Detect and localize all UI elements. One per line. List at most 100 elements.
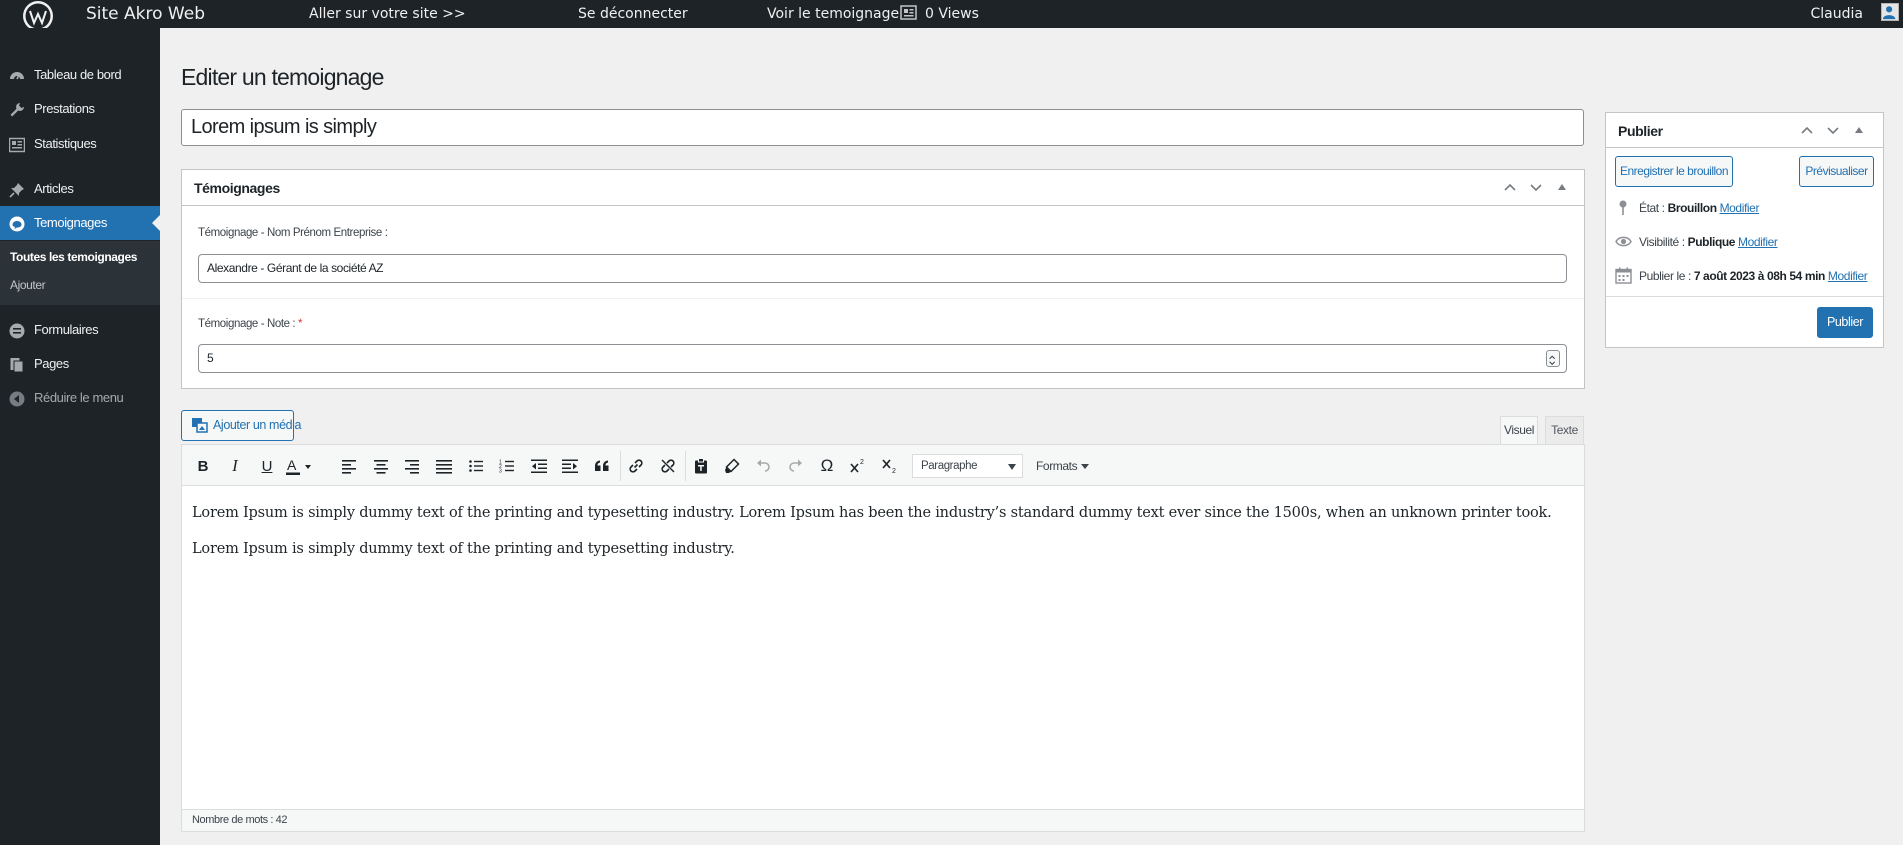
temoignages-submenu: Toutes les temoignages Ajouter bbox=[0, 241, 160, 305]
move-down-icon[interactable] bbox=[1825, 122, 1845, 140]
paragraph-format-select[interactable]: Paragraphe bbox=[912, 454, 1023, 478]
content-editor: B I U A 123 Ω 2 2 Paragraphe Formats Lor… bbox=[181, 444, 1585, 832]
align-justify-icon[interactable] bbox=[432, 454, 456, 478]
views-icon bbox=[900, 5, 917, 20]
views-count: 0 Views bbox=[925, 6, 979, 22]
admin-sidebar: Tableau de bord Prestations Statistiques… bbox=[0, 28, 160, 845]
statistics-icon bbox=[9, 137, 25, 153]
dashboard-icon bbox=[10, 72, 24, 80]
chevron-down-icon bbox=[1081, 464, 1090, 470]
pin-icon bbox=[1619, 200, 1627, 215]
align-left-icon[interactable] bbox=[337, 454, 361, 478]
align-center-icon[interactable] bbox=[369, 454, 393, 478]
testimonials-meta-box: Témoignages Témoignage - Nom Prénom Entr… bbox=[181, 169, 1585, 389]
editor-content-area[interactable]: Lorem Ipsum is simply dummy text of the … bbox=[182, 487, 1584, 809]
edit-visibility-link[interactable]: Modifier bbox=[1738, 235, 1778, 249]
svg-text:3: 3 bbox=[499, 469, 502, 475]
move-up-icon[interactable] bbox=[1502, 179, 1522, 197]
field-divider bbox=[182, 298, 1584, 299]
special-character-icon[interactable]: Ω bbox=[815, 454, 839, 478]
link-icon[interactable] bbox=[624, 454, 648, 478]
publish-box-header: Publier bbox=[1606, 113, 1883, 148]
indent-icon[interactable] bbox=[558, 454, 582, 478]
wrench-icon bbox=[10, 103, 24, 117]
paste-as-text-icon[interactable] bbox=[689, 454, 713, 478]
pushpin-icon bbox=[9, 183, 24, 198]
unlink-icon[interactable] bbox=[656, 454, 680, 478]
toggle-panel-icon[interactable] bbox=[1554, 179, 1574, 197]
sidebar-item-articles[interactable]: Articles bbox=[0, 172, 160, 206]
redo-icon[interactable] bbox=[783, 454, 807, 478]
blockquote-icon[interactable] bbox=[590, 454, 614, 478]
underline-icon[interactable]: U bbox=[255, 454, 279, 478]
submenu-item-all-testimonials[interactable]: Toutes les temoignages bbox=[10, 250, 137, 264]
italic-icon[interactable]: I bbox=[223, 454, 247, 478]
edit-date-link[interactable]: Modifier bbox=[1828, 269, 1868, 283]
editor-toolbar: B I U A 123 Ω 2 2 Paragraphe Formats bbox=[182, 445, 1584, 486]
post-title-input[interactable]: Lorem ipsum is simply bbox=[181, 109, 1584, 146]
submenu-item-add[interactable]: Ajouter bbox=[10, 278, 46, 292]
collapse-menu-button[interactable]: Réduire le menu bbox=[0, 381, 160, 415]
views-counter[interactable]: 0 Views bbox=[900, 0, 979, 28]
text-color-icon[interactable]: A bbox=[286, 454, 314, 478]
avatar[interactable] bbox=[1881, 3, 1899, 21]
clear-formatting-icon[interactable] bbox=[720, 454, 744, 478]
toolbar-separator bbox=[685, 451, 686, 481]
undo-icon[interactable] bbox=[752, 454, 776, 478]
sidebar-item-statistics[interactable]: Statistiques bbox=[0, 127, 160, 161]
publish-button[interactable]: Publier bbox=[1817, 307, 1873, 338]
numbered-list-icon[interactable]: 123 bbox=[495, 454, 519, 478]
admin-bar: Site Akro Web Aller sur votre site >> Se… bbox=[0, 0, 1903, 31]
add-media-button[interactable]: Ajouter un média bbox=[181, 410, 302, 441]
note-number-field[interactable]: 5 bbox=[198, 344, 1567, 373]
bold-icon[interactable]: B bbox=[191, 454, 215, 478]
sidebar-item-forms[interactable]: Formulaires bbox=[0, 313, 160, 347]
svg-text:A: A bbox=[287, 457, 297, 473]
testimonials-box-header: Témoignages bbox=[182, 170, 1584, 206]
tab-visual[interactable]: Visuel bbox=[1500, 416, 1538, 445]
outdent-icon[interactable] bbox=[527, 454, 551, 478]
move-up-icon[interactable] bbox=[1799, 122, 1819, 140]
preview-button[interactable]: Prévisualiser bbox=[1799, 156, 1874, 187]
superscript-icon[interactable]: 2 bbox=[846, 454, 870, 478]
toolbar-separator bbox=[620, 451, 621, 481]
testimonial-icon bbox=[9, 216, 25, 232]
user-avatar-icon bbox=[1882, 6, 1896, 20]
testimonials-box-title: Témoignages bbox=[194, 180, 280, 196]
content-paragraph: Lorem Ipsum is simply dummy text of the … bbox=[192, 505, 1552, 521]
site-name-link[interactable]: Site Akro Web bbox=[86, 0, 205, 28]
eye-icon bbox=[1615, 236, 1632, 247]
bullet-list-icon[interactable] bbox=[464, 454, 488, 478]
name-field-label: Témoignage - Nom Prénom Entreprise : bbox=[198, 227, 388, 239]
move-down-icon[interactable] bbox=[1528, 179, 1548, 197]
subscript-icon[interactable]: 2 bbox=[878, 454, 902, 478]
visit-site-link[interactable]: Aller sur votre site >> bbox=[309, 0, 466, 28]
sidebar-item-prestations[interactable]: Prestations bbox=[0, 92, 160, 126]
tab-text[interactable]: Texte bbox=[1545, 416, 1584, 444]
chevron-down-icon bbox=[1008, 464, 1016, 470]
name-company-field[interactable]: Alexandre - Gérant de la société AZ bbox=[198, 254, 1567, 283]
content-paragraph: Lorem Ipsum is simply dummy text of the … bbox=[192, 541, 735, 557]
svg-text:2: 2 bbox=[860, 459, 864, 466]
logout-link[interactable]: Se déconnecter bbox=[578, 0, 688, 28]
view-testimonial-link[interactable]: Voir le temoignage bbox=[767, 0, 899, 28]
forms-icon bbox=[9, 323, 25, 339]
align-right-icon[interactable] bbox=[400, 454, 424, 478]
collapse-icon bbox=[9, 391, 25, 407]
calendar-icon bbox=[1615, 267, 1632, 284]
publish-box-title: Publier bbox=[1618, 123, 1663, 139]
formats-dropdown[interactable]: Formats bbox=[1036, 454, 1090, 478]
note-field-label: Témoignage - Note : * bbox=[198, 318, 303, 330]
sidebar-item-temoignages[interactable]: Temoignages bbox=[0, 206, 160, 240]
user-account-link[interactable]: Claudia bbox=[1811, 0, 1863, 28]
sidebar-item-dashboard[interactable]: Tableau de bord bbox=[0, 58, 160, 92]
media-icon bbox=[192, 418, 208, 433]
save-draft-button[interactable]: Enregistrer le brouillon bbox=[1615, 156, 1733, 187]
toggle-panel-icon[interactable] bbox=[1851, 122, 1871, 140]
note-value: 5 bbox=[207, 351, 214, 365]
svg-text:2: 2 bbox=[892, 468, 896, 475]
number-spinner[interactable] bbox=[1546, 350, 1560, 367]
edit-status-link[interactable]: Modifier bbox=[1720, 201, 1760, 215]
publish-divider bbox=[1606, 296, 1883, 297]
sidebar-item-pages[interactable]: Pages bbox=[0, 347, 160, 381]
